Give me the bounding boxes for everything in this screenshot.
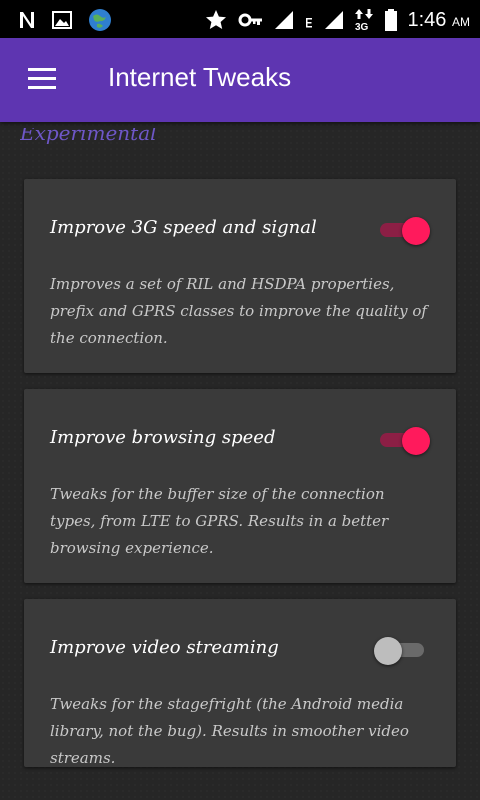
status-bar-right: 3G 1:46 AM: [204, 8, 471, 32]
setting-title: Improve browsing speed: [50, 427, 276, 448]
switch-thumb: [374, 637, 402, 665]
image-icon: [52, 11, 72, 29]
signal-icon: [274, 11, 293, 29]
svg-text:3G: 3G: [355, 22, 369, 32]
status-bar-left: [18, 8, 112, 32]
star-icon: [205, 10, 226, 29]
app-title: Internet Tweaks: [108, 62, 292, 92]
switch-thumb: [402, 427, 430, 455]
setting-card-3g[interactable]: Improve 3G speed and signal Improves a s…: [24, 179, 456, 373]
3g-data-icon: 3G: [354, 9, 373, 32]
switch-thumb: [402, 217, 430, 245]
e-network-icon: [305, 18, 312, 28]
setting-card-video[interactable]: Improve video streaming Tweaks for the s…: [24, 599, 456, 767]
status-bar: 3G 1:46 AM: [0, 0, 480, 38]
setting-description: Tweaks for the buffer size of the connec…: [50, 485, 389, 557]
setting-title: Improve video streaming: [50, 637, 279, 658]
key-icon: [238, 13, 262, 27]
setting-description: Improves a set of RIL and HSDPA properti…: [50, 275, 427, 347]
hamburger-menu-icon[interactable]: [28, 68, 56, 90]
globe-icon: [89, 9, 111, 31]
toggle-switch-video[interactable]: [374, 637, 428, 665]
setting-card-browsing[interactable]: Improve browsing speed Tweaks for the bu…: [24, 389, 456, 583]
toggle-switch-3g[interactable]: [376, 217, 430, 245]
signal-icon: [324, 11, 343, 29]
section-header: Experimental: [20, 128, 157, 145]
app-bar: Internet Tweaks: [0, 38, 480, 122]
settings-list[interactable]: Experimental Improve 3G speed and signal…: [0, 122, 480, 800]
setting-description: Tweaks for the stagefright (the Android …: [50, 695, 409, 767]
toggle-switch-browsing[interactable]: [376, 427, 430, 455]
notification-n-icon: [20, 12, 34, 28]
status-bar-time: 1:46 AM: [407, 8, 471, 31]
setting-title: Improve 3G speed and signal: [50, 217, 317, 238]
battery-icon: [384, 9, 397, 31]
